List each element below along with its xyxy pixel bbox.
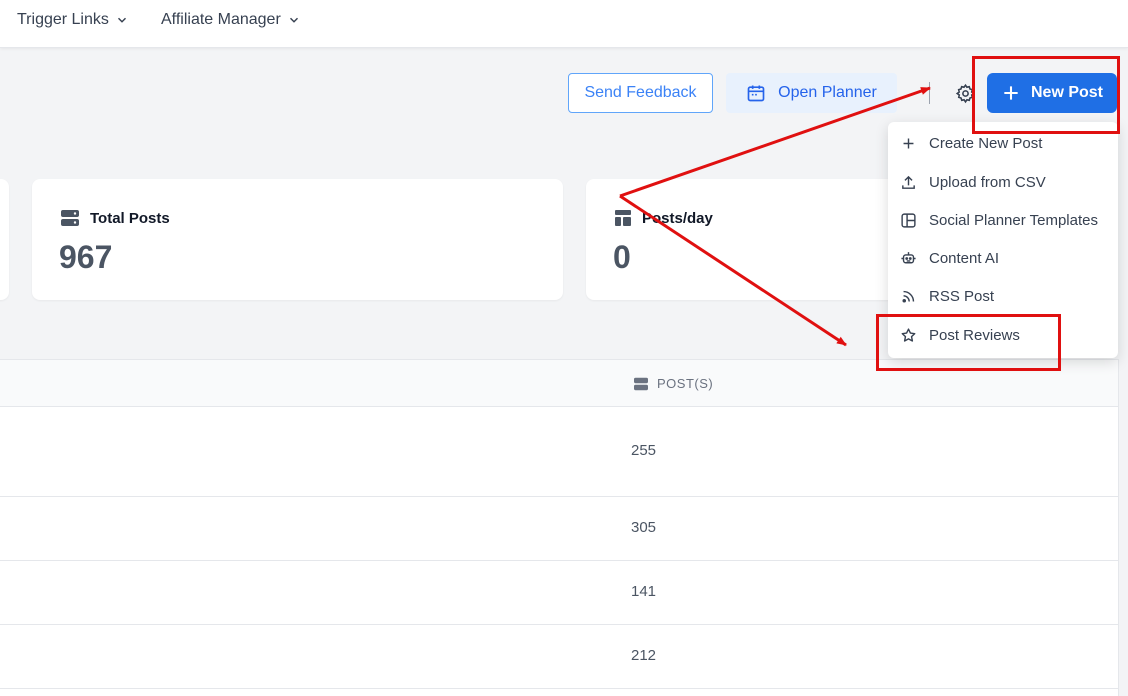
stat-card-partial (0, 179, 9, 300)
posts-column-header[interactable]: POST(S) (633, 376, 713, 391)
server-icon (61, 210, 79, 226)
gear-icon[interactable] (955, 83, 976, 104)
stat-card-total-posts: Total Posts 967 (32, 179, 563, 300)
layout-icon (615, 210, 631, 226)
menu-item-label: Create New Post (929, 134, 1043, 152)
menu-item-label: Social Planner Templates (929, 211, 1098, 229)
plus-icon (903, 138, 914, 148)
chevron-down-icon (117, 17, 126, 23)
menu-item-label: RSS Post (929, 287, 995, 305)
upload-icon (902, 175, 915, 189)
posts-count: 141 (631, 583, 657, 600)
nav-trigger-links[interactable]: Trigger Links (17, 9, 129, 31)
star-icon (901, 327, 916, 342)
posts-per-day-label: Posts/day (642, 209, 713, 227)
menu-item-post-reviews[interactable]: Post Reviews (888, 316, 1118, 354)
send-feedback-button[interactable]: Send Feedback (568, 73, 713, 113)
template-icon (901, 212, 916, 228)
total-posts-label: Total Posts (90, 209, 170, 227)
top-nav-bar: Trigger Links Affiliate Manager (0, 0, 1128, 48)
server-icon (634, 377, 648, 390)
menu-item-rss-post[interactable]: RSS Post (888, 277, 1118, 315)
robot-icon (901, 251, 916, 263)
chevron-down-icon (289, 17, 298, 23)
table-row[interactable]: 212 (0, 625, 1118, 689)
posts-count: 305 (631, 519, 657, 536)
stat-card-posts-per-day: Posts/day 0 (586, 179, 906, 300)
nav-item-label: Trigger Links (17, 11, 109, 28)
menu-item-social-planner-templates[interactable]: Social Planner Templates (888, 201, 1118, 239)
nav-affiliate-manager[interactable]: Affiliate Manager (161, 9, 301, 31)
menu-item-label: Upload from CSV (929, 173, 1046, 191)
posts-header-label: POST(S) (657, 376, 714, 391)
menu-item-label: Post Reviews (929, 326, 1020, 344)
total-posts-value: 967 (59, 239, 113, 275)
new-post-button[interactable]: New Post (987, 73, 1117, 113)
menu-item-upload-csv[interactable]: Upload from CSV (888, 163, 1118, 201)
posts-count: 255 (631, 442, 657, 459)
open-planner-button[interactable]: Open Planner (726, 73, 897, 113)
menu-item-create-new-post[interactable]: Create New Post (888, 124, 1118, 162)
menu-item-label: Content AI (929, 249, 1000, 267)
menu-item-content-ai[interactable]: Content AI (888, 239, 1118, 277)
nav-item-label: Affiliate Manager (161, 11, 281, 28)
card-title: Total Posts (60, 209, 170, 227)
table-row[interactable]: 305 (0, 497, 1118, 561)
plus-icon (1004, 86, 1018, 100)
card-title: Posts/day (614, 209, 713, 227)
rss-icon (902, 290, 915, 303)
posts-per-day-value: 0 (613, 239, 631, 275)
send-feedback-label: Send Feedback (584, 84, 697, 101)
posts-count: 212 (631, 647, 657, 664)
table-row[interactable]: 255 (0, 407, 1118, 497)
table-header: POST(S) (0, 360, 1118, 407)
new-post-dropdown-menu: Create New Post Upload from CSV Social P… (888, 122, 1118, 358)
scrollbar[interactable] (1118, 359, 1128, 696)
posts-table: POST(S) 255 305 141 212 (0, 359, 1118, 696)
new-post-label: New Post (1030, 84, 1103, 101)
open-planner-label: Open Planner (778, 84, 877, 101)
toolbar-divider (929, 82, 930, 104)
calendar-icon (747, 85, 765, 102)
table-row[interactable]: 141 (0, 561, 1118, 625)
